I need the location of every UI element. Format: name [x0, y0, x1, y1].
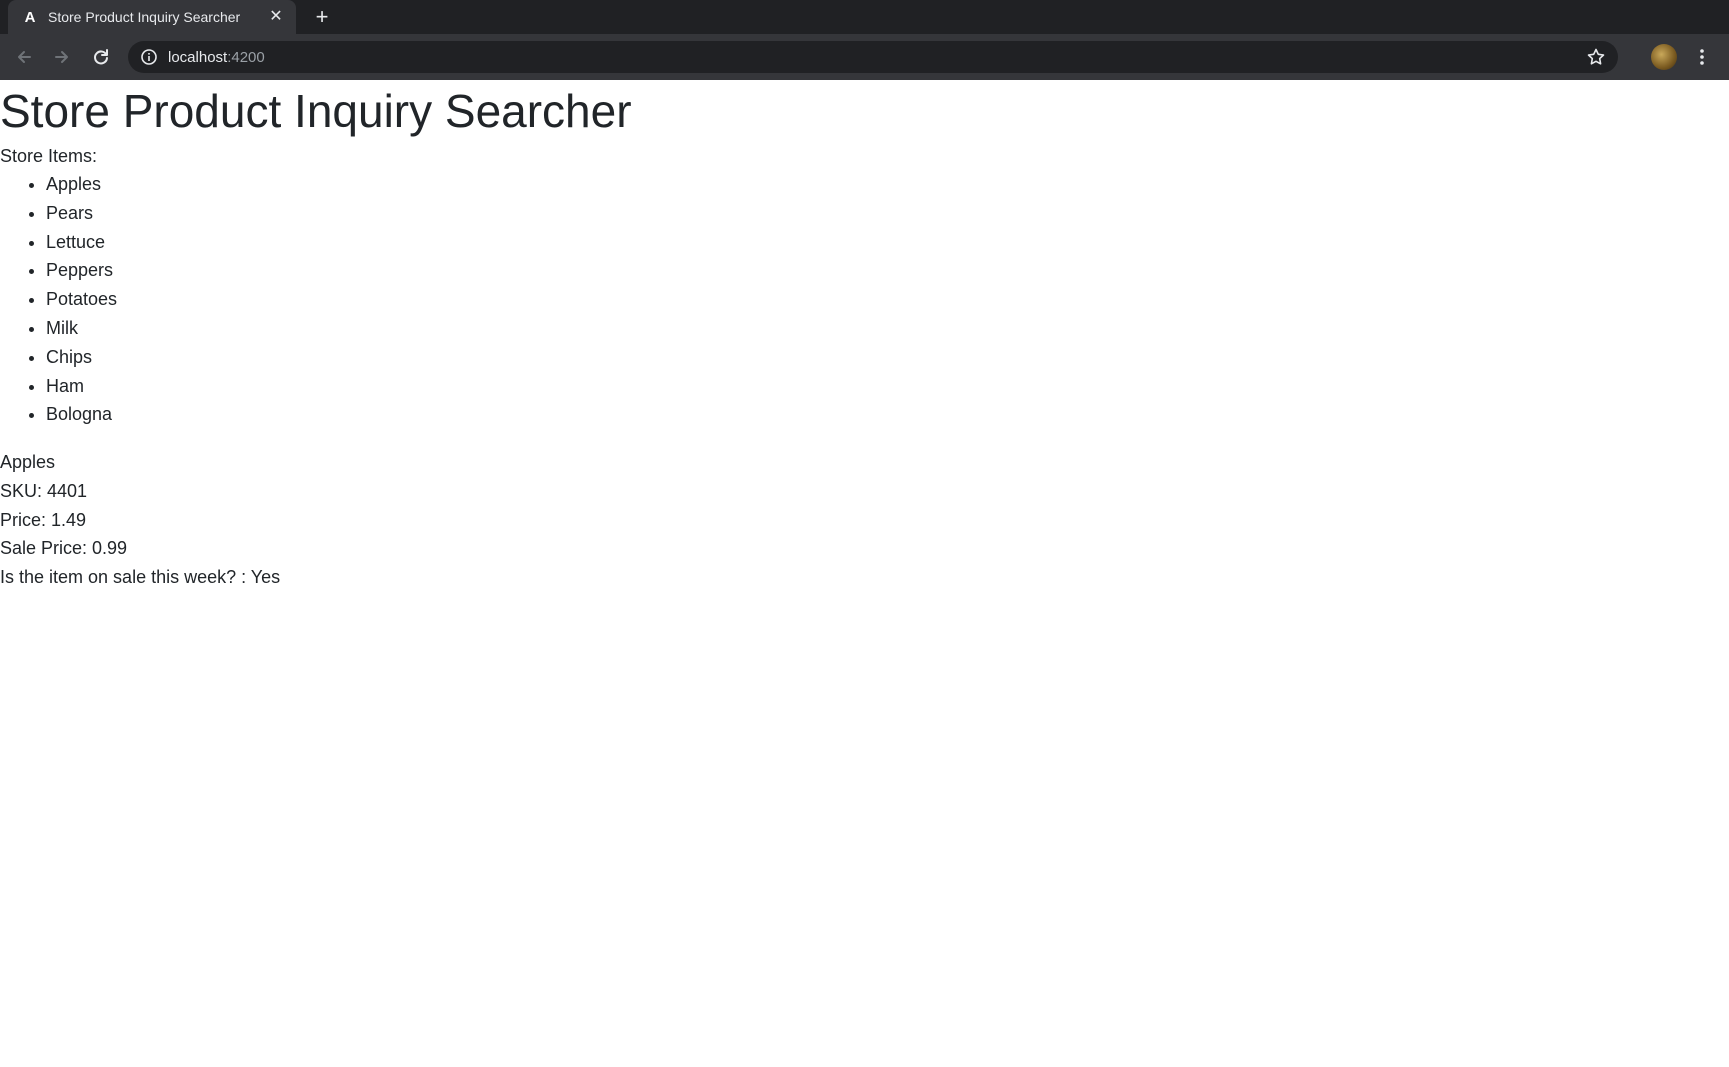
list-item[interactable]: Apples — [46, 170, 117, 199]
arrow-right-icon — [55, 51, 68, 63]
reload-icon — [94, 49, 108, 65]
browser-window: A Store Product Inquiry Searcher ✕ + loc… — [0, 0, 1729, 1067]
new-tab-button[interactable]: + — [310, 5, 334, 29]
address-bar[interactable]: localhost:4200 — [128, 41, 1618, 73]
list-item[interactable]: Peppers — [46, 256, 117, 285]
angular-favicon-icon: A — [24, 8, 36, 26]
list-item[interactable]: Chips — [46, 343, 117, 372]
product-on-sale: Is the item on sale this week? : Yes — [0, 567, 281, 588]
tab-title: Store Product Inquiry Searcher — [48, 9, 241, 25]
tab-strip: A Store Product Inquiry Searcher ✕ + — [0, 0, 1729, 34]
info-circle-icon — [141, 49, 157, 65]
arrow-left-icon — [18, 51, 31, 63]
product-detail: Apples SKU: 4401 Price: 1.49 Sale Price:… — [0, 448, 280, 592]
product-sku: SKU: 4401 — [0, 480, 88, 501]
page-content: Store Product Inquiry Searcher Store Ite… — [0, 80, 1729, 1067]
product-sale-price: Sale Price: 0.99 — [0, 538, 128, 559]
info-icon[interactable] — [140, 48, 158, 66]
url-host: localhost — [168, 48, 228, 66]
star-icon — [1587, 48, 1605, 65]
bookmark-star-icon[interactable] — [1586, 47, 1606, 67]
browser-menu-button[interactable] — [1690, 45, 1714, 69]
close-icon[interactable]: ✕ — [268, 9, 284, 25]
list-item[interactable]: Pears — [46, 199, 117, 228]
browser-toolbar: localhost:4200 — [0, 34, 1729, 80]
list-item[interactable]: Potatoes — [46, 285, 117, 314]
reload-button[interactable] — [89, 45, 113, 69]
store-items-list: Apples Pears Lettuce Peppers Potatoes Mi… — [0, 170, 117, 429]
kebab-menu-icon — [1700, 49, 1704, 65]
product-name: Apples — [0, 452, 56, 472]
back-button[interactable] — [12, 45, 36, 69]
forward-button[interactable] — [50, 45, 74, 69]
list-item[interactable]: Milk — [46, 314, 117, 343]
page-title: Store Product Inquiry Searcher — [0, 85, 632, 137]
list-item[interactable]: Bologna — [46, 400, 117, 429]
profile-avatar[interactable] — [1651, 44, 1677, 70]
store-items-label: Store Items: — [0, 146, 98, 166]
url-port: :4200 — [227, 48, 265, 66]
product-price: Price: 1.49 — [0, 509, 87, 530]
list-item[interactable]: Ham — [46, 372, 117, 401]
tab-active[interactable]: A Store Product Inquiry Searcher ✕ — [8, 0, 296, 34]
list-item[interactable]: Lettuce — [46, 228, 117, 257]
